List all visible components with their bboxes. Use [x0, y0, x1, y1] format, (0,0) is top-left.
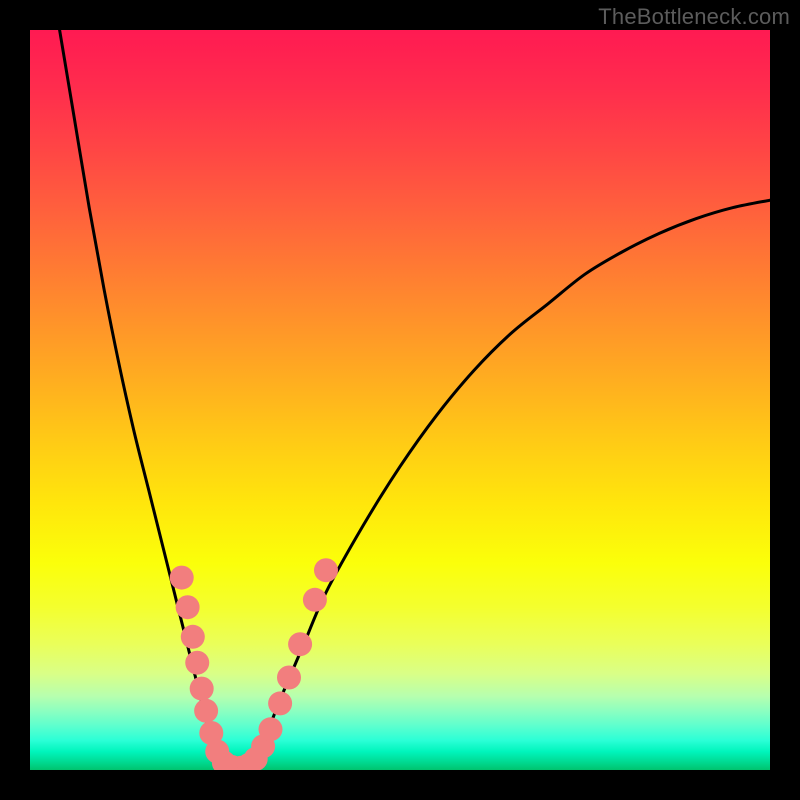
data-point [176, 595, 200, 619]
curve-layer [30, 30, 770, 770]
bottleneck-curve [60, 30, 770, 769]
scatter-markers [170, 558, 338, 770]
plot-area [30, 30, 770, 770]
data-point [268, 691, 292, 715]
data-point [303, 588, 327, 612]
data-point [194, 699, 218, 723]
data-point [259, 717, 283, 741]
data-point [190, 677, 214, 701]
watermark-text: TheBottleneck.com [598, 4, 790, 30]
data-point [277, 666, 301, 690]
chart-frame: TheBottleneck.com [0, 0, 800, 800]
v-curve-path [60, 30, 770, 769]
data-point [181, 625, 205, 649]
data-point [170, 566, 194, 590]
data-point [314, 558, 338, 582]
data-point [288, 632, 312, 656]
data-point [185, 651, 209, 675]
